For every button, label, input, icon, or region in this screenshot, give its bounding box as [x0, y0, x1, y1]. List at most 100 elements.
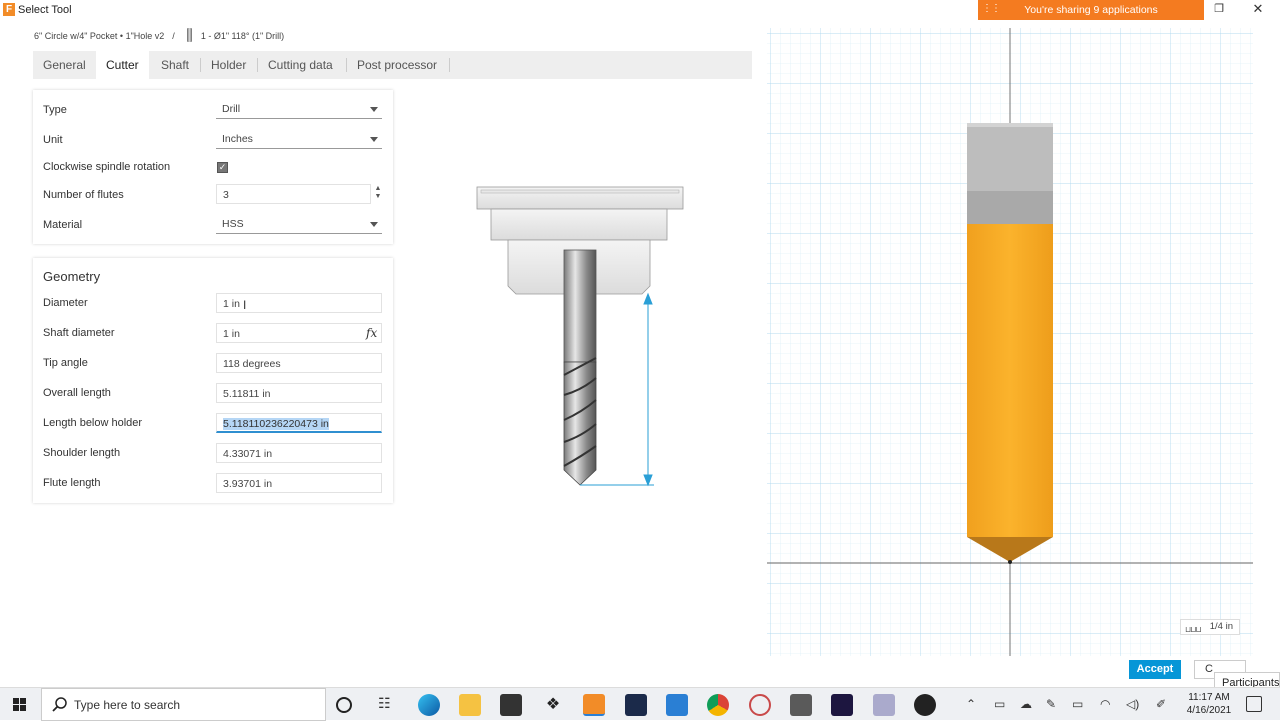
flute-length-input[interactable]: 3.93701 in [216, 473, 382, 493]
flute-length-label: Flute length [43, 477, 101, 489]
fusion360-icon[interactable] [583, 694, 605, 716]
tray-app-icon[interactable]: ▭ [994, 697, 1005, 711]
unit-label: Unit [43, 134, 63, 146]
shoulder-length-input[interactable]: 4.33071 in [216, 443, 382, 463]
file-explorer-icon[interactable] [459, 694, 481, 716]
tab-cutting-data[interactable]: Cutting data [258, 51, 343, 79]
visual-studio-icon[interactable] [625, 694, 647, 716]
overall-length-input[interactable]: 5.11811 in [216, 383, 382, 403]
diameter-label: Diameter [43, 297, 88, 309]
screen-share-banner[interactable]: You're sharing 9 applications [978, 0, 1204, 20]
material-value: HSS [222, 218, 244, 230]
tab-bar: General Cutter Shaft Holder Cutting data… [33, 51, 752, 79]
notification-center-icon[interactable] [1246, 696, 1262, 712]
cortana-icon[interactable] [336, 697, 352, 713]
taskbar-search-box[interactable]: Type here to search [41, 688, 326, 721]
shoulder-length-value: 4.33071 in [223, 448, 273, 460]
shaft-diameter-label: Shaft diameter [43, 327, 115, 339]
store-icon[interactable] [500, 694, 522, 716]
restore-window-button[interactable]: ❐ [1210, 2, 1228, 18]
breadcrumb-library[interactable]: 6" Circle w/4" Pocket • 1"Hole v2 [34, 31, 164, 41]
clock-date: 4/16/2021 [1186, 705, 1232, 716]
tool-preview-viewport[interactable] [767, 28, 1253, 656]
show-hidden-icons-icon[interactable]: ⌃ [966, 697, 976, 711]
tab-cutter[interactable]: Cutter [96, 51, 149, 79]
wifi-icon[interactable]: ◠ [1100, 697, 1110, 711]
tray-edit-icon[interactable]: ✎ [1046, 697, 1056, 711]
battery-icon[interactable]: ▭ [1072, 697, 1083, 711]
shoulder-length-label: Shoulder length [43, 447, 121, 459]
clockwise-rotation-checkbox[interactable]: ✓ [217, 162, 228, 173]
material-label: Material [43, 219, 83, 231]
tab-post-processor[interactable]: Post processor [347, 51, 447, 79]
type-value: Drill [222, 103, 241, 115]
shaft-diameter-input[interactable]: 1 in [216, 323, 382, 343]
flutes-input[interactable]: 3 [216, 184, 371, 204]
flutes-stepper[interactable]: ▲ ▼ [373, 185, 383, 203]
volume-icon[interactable]: ◁) [1126, 697, 1139, 711]
scale-label: 1/4 in [1209, 621, 1233, 632]
share-banner-text: You're sharing 9 applications [1024, 4, 1158, 16]
window-title: Select Tool [18, 4, 72, 16]
geometry-panel: Geometry Diameter 1 in Shaft diameter 1 … [33, 258, 393, 503]
tab-shaft[interactable]: Shaft [151, 51, 199, 79]
formula-fx-icon[interactable]: fx [366, 326, 377, 340]
scale-indicator: ⊔⊔⊔ 1/4 in [1180, 619, 1240, 635]
overall-length-label: Overall length [43, 387, 111, 399]
drill-bit-icon [186, 28, 192, 42]
tool-diagram [476, 186, 684, 487]
title-bar: F Select Tool You're sharing 9 applicati… [0, 0, 1280, 20]
text-cursor-icon: I [243, 298, 247, 312]
windows-logo-icon [13, 698, 26, 711]
breadcrumb-tool: 1 - Ø1" 118° (1" Drill) [200, 31, 285, 41]
chevron-down-icon [370, 222, 378, 227]
tab-general[interactable]: General [33, 51, 96, 79]
diameter-value: 1 in [223, 298, 240, 310]
breadcrumb: 6" Circle w/4" Pocket • 1"Hole v2 / 1 - Ø1… [34, 28, 285, 42]
edge-browser-icon[interactable] [418, 694, 440, 716]
chevron-down-icon [370, 137, 378, 142]
preview-grid [767, 28, 1253, 656]
obs-icon[interactable] [914, 694, 936, 716]
chrome-icon[interactable] [707, 694, 729, 716]
clock-time: 11:17 AM [1188, 692, 1230, 703]
sketch-tool-icon[interactable] [873, 694, 895, 716]
length-below-holder-input[interactable]: 5.118110236220473 in [216, 413, 382, 433]
overall-length-value: 5.11811 in [223, 388, 271, 400]
dropbox-icon[interactable]: ❖ [542, 694, 564, 716]
length-below-holder-value: 5.118110236220473 in [223, 418, 329, 430]
unit-value: Inches [222, 133, 253, 145]
tool-3d-model [967, 123, 1053, 564]
breadcrumb-separator: / [172, 31, 175, 41]
unit-dropdown[interactable]: Inches [216, 129, 382, 149]
flutes-label: Number of flutes [43, 189, 124, 201]
accept-button[interactable]: Accept [1129, 660, 1181, 679]
diameter-input[interactable]: 1 in [216, 293, 382, 313]
system-clock[interactable]: 11:17 AM 4/16/2021 [1183, 691, 1235, 717]
type-dropdown[interactable]: Drill [216, 99, 382, 119]
windows-start-button[interactable] [0, 688, 40, 721]
tray-cloud-icon[interactable]: ☁ [1020, 697, 1032, 711]
premiere-pro-icon[interactable] [831, 694, 853, 716]
tip-angle-label: Tip angle [43, 357, 88, 369]
task-view-icon[interactable]: ☷ [378, 695, 400, 717]
windows-taskbar: Type here to search ☷ ❖ ⌃ ▭ ☁ ✎ ▭ ◠ ◁) ✐… [0, 687, 1280, 721]
flute-length-value: 3.93701 in [223, 478, 273, 490]
drill-bit-shape [563, 249, 597, 486]
drag-grip-icon[interactable]: ⋮⋮ [982, 3, 1001, 14]
snipping-tool-icon[interactable] [749, 694, 771, 716]
geometry-title: Geometry [43, 269, 101, 284]
pen-icon[interactable]: ✐ [1156, 697, 1166, 711]
ruler-icon: ⊔⊔⊔ [1185, 625, 1202, 634]
close-window-button[interactable]: ✕ [1249, 1, 1267, 18]
calculator-icon[interactable] [790, 694, 812, 716]
cutter-properties-panel: Type Drill Unit Inches Clockwise spindle… [33, 90, 393, 244]
shaft-diameter-value: 1 in [223, 328, 240, 340]
material-dropdown[interactable]: HSS [216, 214, 382, 234]
tab-holder[interactable]: Holder [201, 51, 256, 79]
mail-icon[interactable] [666, 694, 688, 716]
tip-angle-input[interactable]: 118 degrees [216, 353, 382, 373]
search-icon [52, 697, 67, 712]
fusion-app-icon: F [3, 3, 15, 16]
search-placeholder: Type here to search [74, 698, 181, 712]
